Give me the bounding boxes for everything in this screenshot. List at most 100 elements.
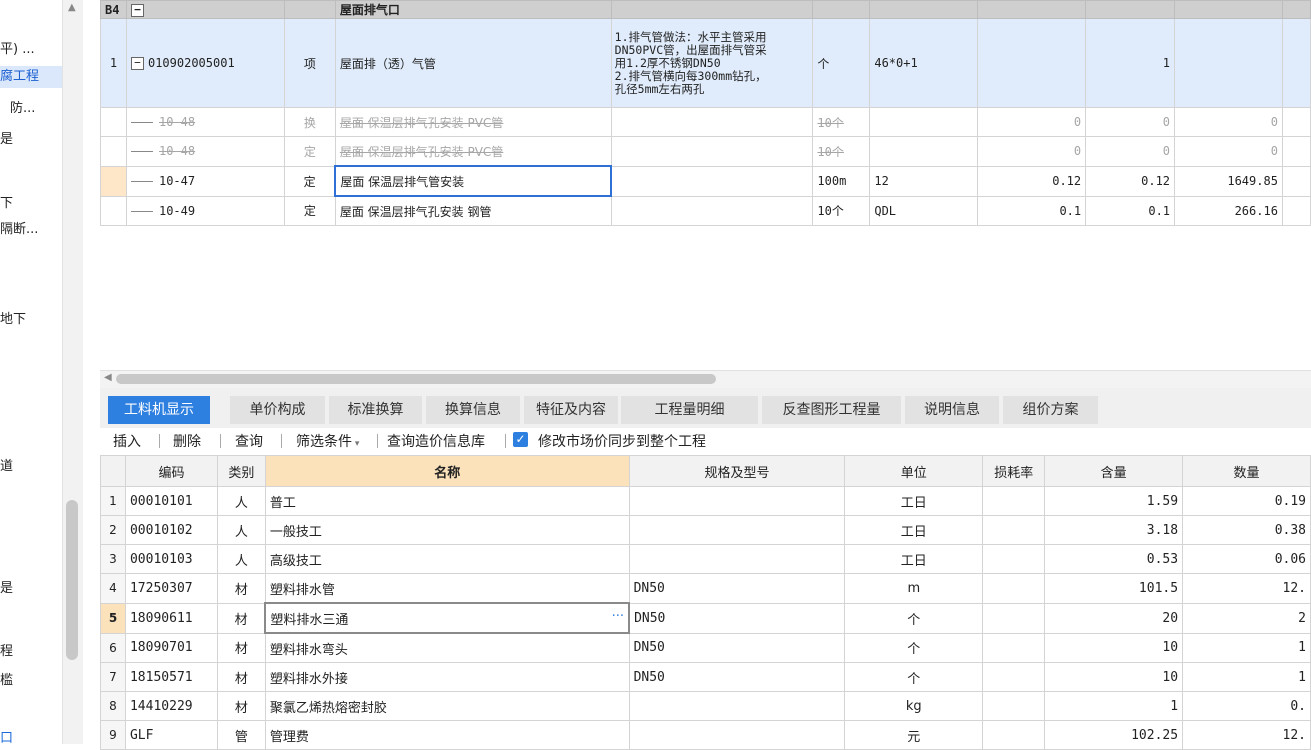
tree-node[interactable]: 程 xyxy=(0,640,13,659)
more-icon[interactable]: ··· xyxy=(612,609,624,624)
col-category[interactable]: 类别 xyxy=(216,455,266,487)
resource-code[interactable]: GLF xyxy=(124,720,218,750)
row-selector[interactable] xyxy=(100,107,127,137)
col-quantity[interactable]: 数量 xyxy=(1182,455,1311,487)
resource-loss-rate[interactable] xyxy=(982,573,1046,604)
upper-hscrollbar-thumb[interactable] xyxy=(116,374,716,384)
scroll-left-icon[interactable]: ◀ xyxy=(104,372,112,383)
sub-item-row[interactable]: 10-48 换屋面 保温层排气孔安装 PVC管 10个 0 0 0 xyxy=(100,107,1311,137)
row-number[interactable]: 5 xyxy=(100,602,126,634)
sub-item-row[interactable]: 10-47 定屋面 保温层排气管安装 100m 12 0.12 0.12 1649.85 xyxy=(100,165,1311,197)
resource-name[interactable]: 塑料排水外接 xyxy=(264,662,630,692)
bill-item-row[interactable]: 1 −010902005001 项 屋面排（透）气管 1.排气管做法：水平主管采… xyxy=(100,18,1311,108)
tree-node[interactable]: 道 xyxy=(0,455,13,474)
resource-row[interactable]: 5 18090611 材塑料排水三通 ··· DN50 个 20 2 xyxy=(100,602,1311,634)
query-price-db-button[interactable]: 查询造价信息库 xyxy=(387,431,485,451)
col-name[interactable]: 名称 xyxy=(264,455,630,487)
resource-content[interactable]: 102.25 xyxy=(1044,720,1184,750)
resource-code[interactable]: 00010103 xyxy=(124,544,218,574)
resource-name[interactable]: 普工 xyxy=(264,486,630,516)
resource-loss-rate[interactable] xyxy=(982,602,1046,634)
item-features[interactable]: 1.排气管做法：水平主管采用 DN50PVC管，出屋面排气管采 用1.2厚不锈钢… xyxy=(610,18,814,108)
resource-spec[interactable]: DN50 xyxy=(628,573,846,604)
left-scrollbar-thumb[interactable] xyxy=(66,500,78,660)
filter-dropdown[interactable]: 筛选条件 ▾ xyxy=(296,431,359,451)
row-number[interactable]: 1 xyxy=(100,486,126,516)
resource-name[interactable]: 聚氯乙烯热熔密封胶 xyxy=(264,691,630,721)
tree-node[interactable]: 隔断... xyxy=(0,218,38,237)
left-scrollbar[interactable]: ▲ xyxy=(62,0,83,744)
resource-loss-rate[interactable] xyxy=(982,544,1046,574)
resource-code[interactable]: 18150571 xyxy=(124,662,218,692)
collapse-icon[interactable]: − xyxy=(130,57,144,70)
resource-code[interactable]: 18090701 xyxy=(124,632,218,663)
section-row[interactable]: B4 − 屋面排气口 xyxy=(100,0,1311,19)
insert-button[interactable]: 插入 xyxy=(113,431,141,451)
sub-item-name[interactable]: 屋面 保温层排气孔安装 PVC管 xyxy=(334,136,612,167)
resource-spec[interactable]: DN50 xyxy=(628,632,846,663)
row-number[interactable]: 9 xyxy=(100,720,126,750)
resource-code[interactable]: 00010101 xyxy=(124,486,218,516)
col-loss[interactable]: 损耗率 xyxy=(982,455,1046,487)
resource-spec[interactable] xyxy=(628,720,846,750)
resource-row[interactable]: 2 00010102 人一般技工 工日 3.18 0.38 xyxy=(100,515,1311,545)
sub-item-expression[interactable]: 12 xyxy=(869,165,979,197)
resource-spec[interactable]: DN50 xyxy=(628,662,846,692)
sub-item-expression[interactable] xyxy=(869,107,979,137)
sub-item-row[interactable]: 10-48 定屋面 保温层排气孔安装 PVC管 10个 0 0 0 xyxy=(100,136,1311,167)
col-unit[interactable]: 单位 xyxy=(844,455,984,487)
tab-5[interactable]: 工程量明细 xyxy=(621,396,758,424)
tree-node[interactable]: 是 xyxy=(0,128,13,147)
resource-row[interactable]: 6 18090701 材塑料排水弯头 DN50 个 10 1 xyxy=(100,632,1311,663)
resource-name[interactable]: 高级技工 xyxy=(264,544,630,574)
scroll-up-icon[interactable]: ▲ xyxy=(68,2,76,13)
resource-content[interactable]: 20 xyxy=(1044,602,1184,634)
row-selector[interactable] xyxy=(100,195,127,226)
tree-node[interactable]: 槛 xyxy=(0,669,13,688)
row-selector[interactable] xyxy=(100,136,127,167)
tab-3[interactable]: 换算信息 xyxy=(426,396,520,424)
collapse-icon[interactable]: − xyxy=(130,3,144,17)
resource-loss-rate[interactable] xyxy=(982,632,1046,663)
resource-content[interactable]: 1 xyxy=(1044,691,1184,721)
resource-name[interactable]: 塑料排水管 xyxy=(264,573,630,604)
col-spec[interactable]: 规格及型号 xyxy=(628,455,846,487)
resource-row[interactable]: 9 GLF 管管理费 元 102.25 12. xyxy=(100,720,1311,750)
resource-spec[interactable] xyxy=(628,544,846,574)
row-number[interactable]: 2 xyxy=(100,515,126,545)
row-number[interactable]: 6 xyxy=(100,632,126,663)
tree-node[interactable]: 地下 xyxy=(0,308,26,327)
resource-row[interactable]: 1 00010101 人普工 工日 1.59 0.19 xyxy=(100,486,1311,516)
resource-code[interactable]: 18090611 xyxy=(124,602,218,634)
sub-item-expression[interactable]: QDL xyxy=(869,195,979,226)
resource-name[interactable]: 一般技工 xyxy=(264,515,630,545)
tab-0[interactable]: 工料机显示 xyxy=(108,396,210,424)
delete-button[interactable]: 删除 xyxy=(173,431,201,451)
resource-code[interactable]: 14410229 xyxy=(124,691,218,721)
query-button[interactable]: 查询 xyxy=(235,431,263,451)
row-number[interactable]: 4 xyxy=(100,573,126,604)
tab-1[interactable]: 单价构成 xyxy=(230,396,325,424)
resource-row[interactable]: 7 18150571 材塑料排水外接 DN50 个 10 1 xyxy=(100,662,1311,692)
resource-row[interactable]: 8 14410229 材聚氯乙烯热熔密封胶 kg 1 0. xyxy=(100,691,1311,721)
resource-name[interactable]: 管理费 xyxy=(264,720,630,750)
tree-node[interactable]: 平) ... xyxy=(0,38,35,57)
resource-content[interactable]: 1.59 xyxy=(1044,486,1184,516)
tree-node[interactable]: 防... xyxy=(10,97,35,116)
row-number[interactable]: 8 xyxy=(100,691,126,721)
resource-name[interactable]: 塑料排水三通 ··· xyxy=(264,602,631,634)
resource-row[interactable]: 3 00010103 人高级技工 工日 0.53 0.06 xyxy=(100,544,1311,574)
resource-code[interactable]: 00010102 xyxy=(124,515,218,545)
sub-item-name[interactable]: 屋面 保温层排气管安装 xyxy=(334,165,613,197)
item-expression[interactable]: 46*0+1 xyxy=(869,18,979,108)
tab-4[interactable]: 特征及内容 xyxy=(524,396,618,424)
resource-loss-rate[interactable] xyxy=(982,662,1046,692)
resource-row[interactable]: 4 17250307 材塑料排水管 DN50 m 101.5 12. xyxy=(100,573,1311,604)
tab-8[interactable]: 组价方案 xyxy=(1003,396,1098,424)
resource-spec[interactable] xyxy=(628,515,846,545)
row-selector[interactable] xyxy=(100,165,127,197)
sub-item-row[interactable]: 10-49 定屋面 保温层排气孔安装 钢管 10个 QDL 0.1 0.1 266.16 xyxy=(100,195,1311,226)
tree-node[interactable]: 下 xyxy=(0,192,13,211)
upper-hscrollbar[interactable]: ◀ xyxy=(100,370,1311,388)
resource-spec[interactable] xyxy=(628,691,846,721)
